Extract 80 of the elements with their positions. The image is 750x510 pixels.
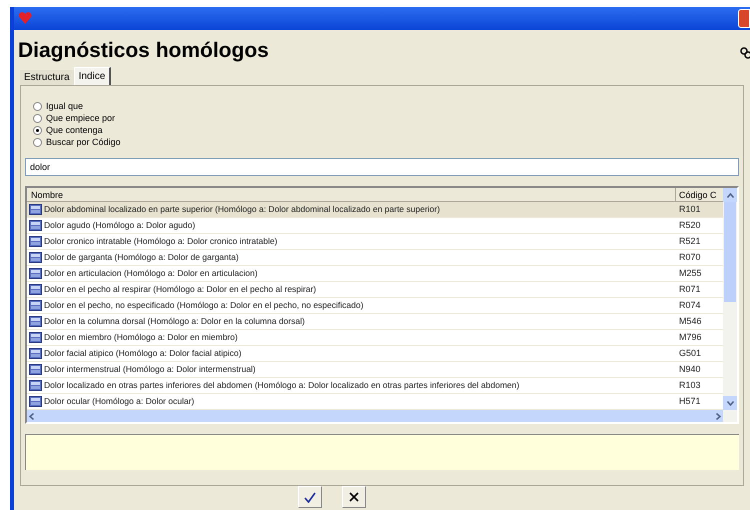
- table-cell: Dolor en articulacion (Homólogo a: Dolor en articulacion): [44, 267, 258, 280]
- record-icon: [29, 300, 42, 311]
- table-row[interactable]: Dolor en el pecho al respirar (Homólogo a: Dolor en el pecho al respirar) R071: [27, 282, 723, 298]
- table-row[interactable]: Dolor localizado en otras partes inferiores del abdomen (Homólogo a: Dolor localizado en otras partes inferiores del abdomen) R103: [27, 378, 723, 394]
- table-cell: Dolor en la columna dorsal (Homólogo a: Dolor en la columna dorsal): [44, 315, 305, 328]
- table-row[interactable]: Dolor en miembro (Homólogo a: Dolor en miembro) M796: [27, 330, 723, 346]
- table-cell: Dolor ocular (Homólogo a: Dolor ocular): [44, 395, 194, 408]
- table-cell: Dolor de garganta (Homólogo a: Dolor de garganta): [44, 251, 239, 264]
- radio-label: Que contenga: [46, 124, 103, 136]
- record-icon: [29, 364, 42, 375]
- scroll-right-icon[interactable]: [716, 412, 721, 420]
- link-icon[interactable]: [740, 46, 750, 60]
- check-icon: [304, 492, 316, 502]
- column-header[interactable]: Nombre: [27, 188, 676, 201]
- table-cell-text: N940: [678, 362, 702, 376]
- table-cell-text: R074: [678, 298, 702, 312]
- column-header[interactable]: Código C: [676, 188, 723, 201]
- tab[interactable]: Estructura: [20, 70, 74, 85]
- table-row[interactable]: Dolor en articulacion (Homólogo a: Dolor en articulacion) M255: [27, 266, 723, 282]
- table-cell: Dolor en miembro (Homólogo a: Dolor en miembro): [44, 331, 238, 344]
- notes-field[interactable]: [25, 434, 739, 470]
- tab[interactable]: Indice: [74, 67, 112, 85]
- table-row[interactable]: Dolor intermenstrual (Homólogo a: Dolor intermenstrual) N940: [27, 362, 723, 378]
- table-cell-text: R071: [678, 282, 702, 296]
- table-cell-text: M546: [678, 314, 703, 328]
- table-cell: Dolor abdominal localizado en parte superior (Homólogo a: Dolor abdominal localizado en parte superior): [44, 203, 440, 216]
- table-cell-text: R520: [678, 218, 702, 232]
- table-cell-text: R101: [678, 202, 702, 216]
- table-row[interactable]: Dolor agudo (Homólogo a: Dolor agudo) R520: [27, 218, 723, 234]
- table-cell-text: M255: [678, 266, 703, 280]
- table-cell-text: R521: [678, 234, 702, 248]
- table-row[interactable]: Dolor abdominal localizado en parte superior (Homólogo a: Dolor abdominal localizado en parte superior) R101: [27, 202, 723, 218]
- record-icon: [29, 348, 42, 359]
- record-icon: [29, 316, 42, 327]
- table-row[interactable]: Dolor en el pecho, no especificado (Homólogo a: Dolor en el pecho, no especificado) R074: [27, 298, 723, 314]
- table-cell: Dolor cronico intratable (Homólogo a: Dolor cronico intratable): [44, 235, 278, 248]
- radio-button[interactable]: [33, 126, 42, 134]
- radio-label: Buscar por Código: [46, 136, 121, 148]
- scroll-left-icon[interactable]: [29, 412, 34, 420]
- record-icon: [29, 236, 42, 247]
- record-icon: [29, 220, 42, 231]
- radio-button[interactable]: [33, 138, 42, 146]
- table-cell: Dolor localizado en otras partes inferiores del abdomen (Homólogo a: Dolor localizado en otras partes inferiores del abdomen): [44, 379, 520, 392]
- record-icon: [29, 332, 42, 343]
- cancel-button[interactable]: [342, 486, 366, 508]
- radio-label: Igual que: [46, 100, 84, 112]
- window-title: Diagnósticos homólogos: [18, 38, 269, 64]
- record-icon: [29, 396, 42, 407]
- table-cell: Dolor en el pecho, no especificado (Homólogo a: Dolor en el pecho, no especificado): [44, 299, 364, 312]
- vertical-scrollbar[interactable]: [723, 188, 737, 422]
- record-icon: [29, 268, 42, 279]
- table-cell-text: R070: [678, 250, 702, 264]
- record-icon: [29, 380, 42, 391]
- radio-button[interactable]: [33, 114, 42, 122]
- horizontal-scrollbar[interactable]: [27, 410, 723, 422]
- record-icon: [29, 284, 42, 295]
- record-icon: [29, 204, 42, 215]
- table-cell: Dolor en el pecho al respirar (Homólogo a: Dolor en el pecho al respirar): [44, 283, 316, 296]
- radio-button[interactable]: [33, 102, 42, 110]
- table-row[interactable]: Dolor facial atipico (Homólogo a: Dolor facial atipico) G501: [27, 346, 723, 362]
- scroll-down-icon[interactable]: [726, 400, 734, 406]
- radio-label: Que empiece por: [46, 112, 116, 124]
- record-icon: [29, 252, 42, 263]
- search-field[interactable]: dolor: [25, 158, 739, 176]
- table-cell-text: H571: [678, 394, 702, 408]
- accept-button[interactable]: [298, 486, 322, 508]
- table-cell: Dolor intermenstrual (Homólogo a: Dolor intermenstrual): [44, 363, 256, 376]
- close-button[interactable]: [738, 9, 750, 28]
- close-icon: [349, 492, 359, 502]
- table-row[interactable]: Dolor ocular (Homólogo a: Dolor ocular) H571: [27, 394, 723, 410]
- table-cell-text: R103: [678, 378, 702, 392]
- table-row[interactable]: Dolor cronico intratable (Homólogo a: Dolor cronico intratable) R521: [27, 234, 723, 250]
- table-row[interactable]: Dolor de garganta (Homólogo a: Dolor de garganta) R070: [27, 250, 723, 266]
- table-row[interactable]: Dolor en la columna dorsal (Homólogo a: Dolor en la columna dorsal) M546: [27, 314, 723, 330]
- scroll-up-icon[interactable]: [726, 192, 734, 198]
- table-cell: Dolor facial atipico (Homólogo a: Dolor facial atipico): [44, 347, 242, 360]
- table-cell: Dolor agudo (Homólogo a: Dolor agudo): [44, 219, 196, 232]
- table-cell-text: G501: [678, 346, 702, 360]
- table-cell-text: M796: [678, 330, 703, 344]
- heart-icon: [18, 12, 32, 25]
